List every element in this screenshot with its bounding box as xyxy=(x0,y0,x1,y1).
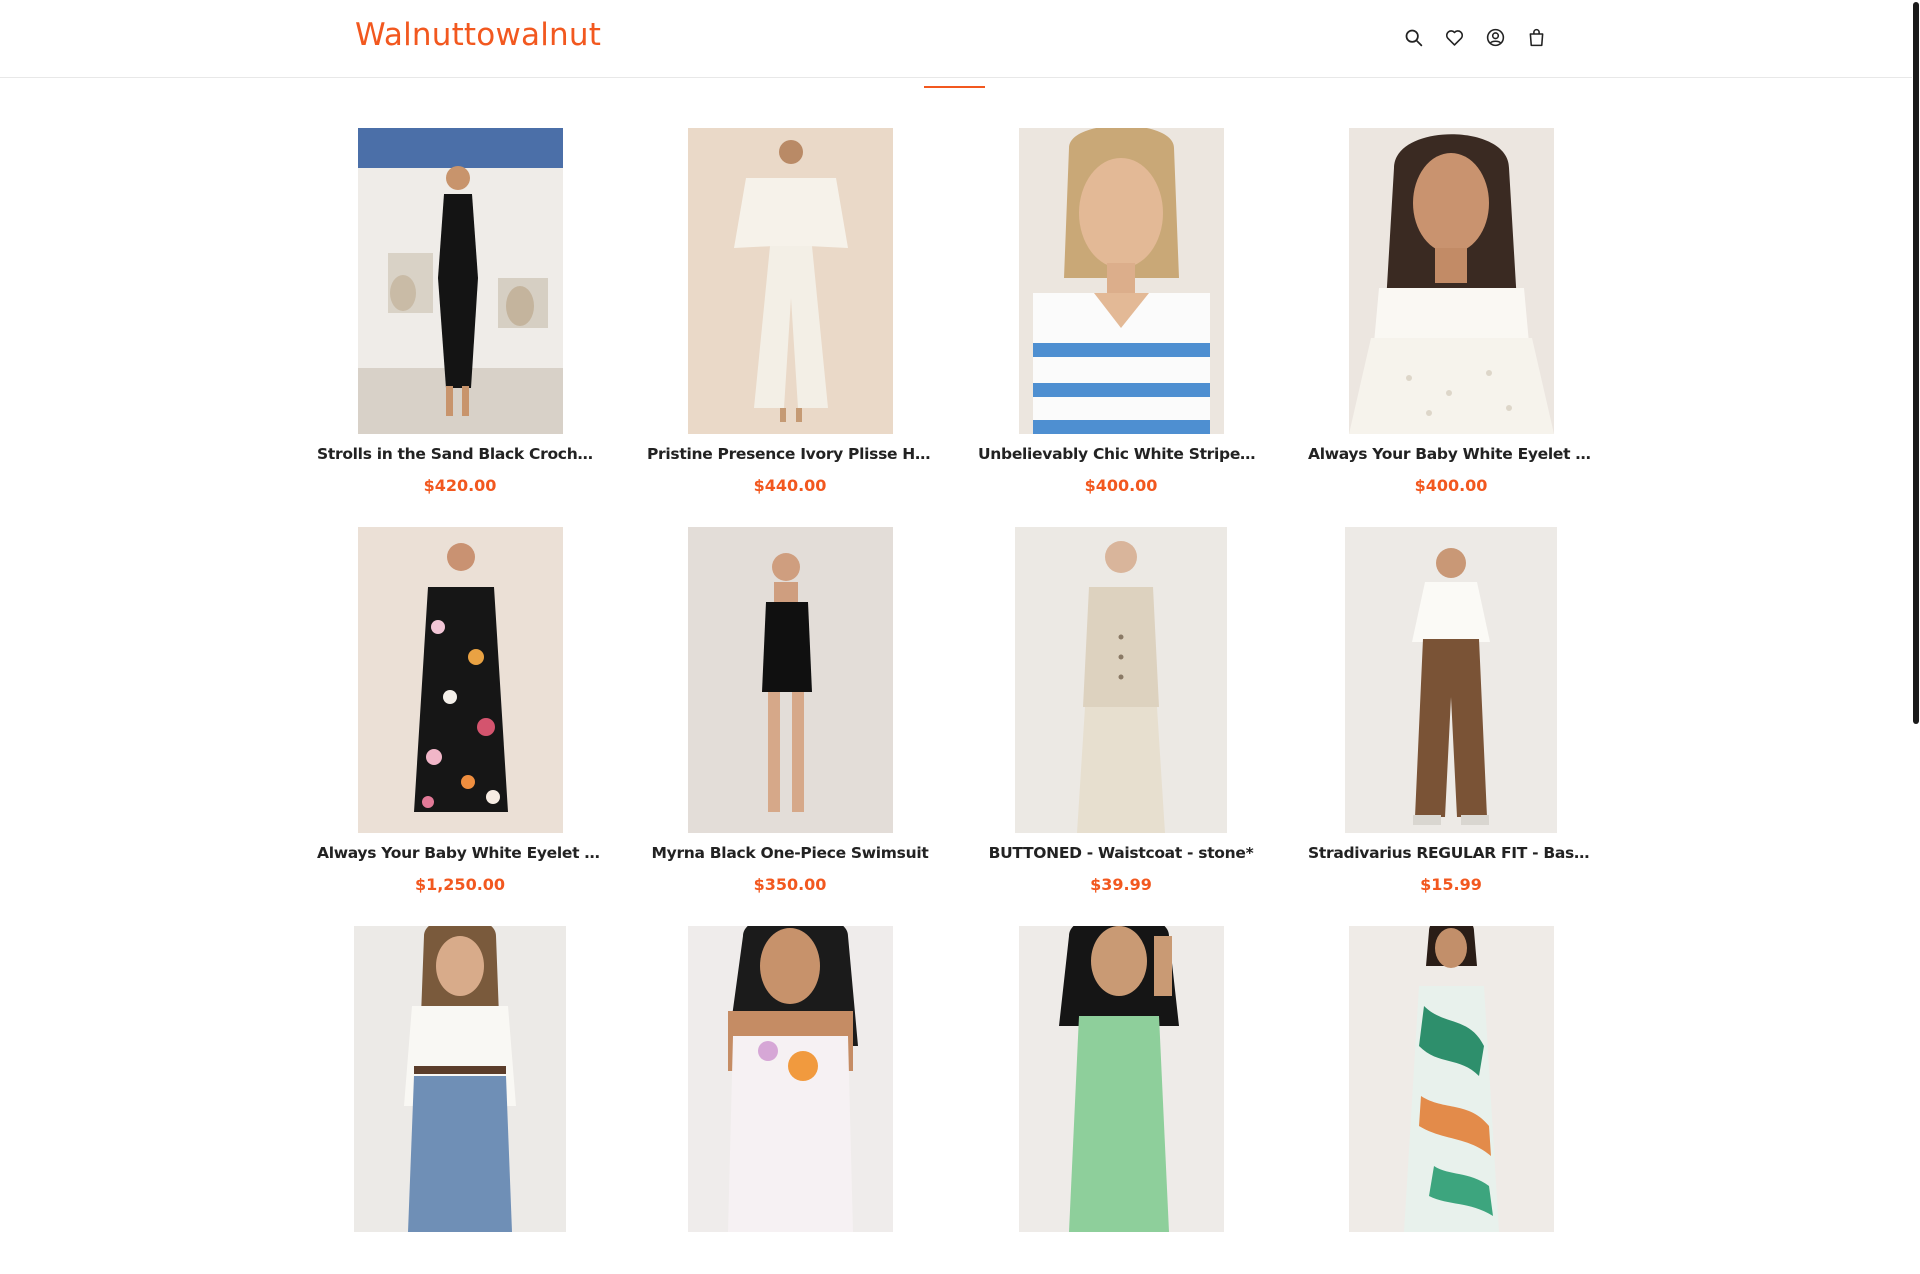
page-scrollbar[interactable] xyxy=(1912,0,1920,1080)
product-price: $420.00 xyxy=(423,476,497,495)
product-image[interactable] xyxy=(687,527,893,833)
product-card[interactable]: Strolls in the Sand Black Crochet Midi D… xyxy=(311,128,609,495)
product-title[interactable] xyxy=(641,1243,939,1265)
product-title[interactable]: Unbelievably Chic White Striped Collared… xyxy=(972,445,1270,467)
product-card[interactable]: Myrna Black One-Piece Swimsuit $350.00 xyxy=(641,527,939,894)
product-title[interactable]: BUTTONED - Waistcoat - stone* xyxy=(972,844,1270,866)
product-title[interactable] xyxy=(972,1243,1270,1265)
product-card[interactable]: Pristine Presence Ivory Plisse High-Wais… xyxy=(641,128,939,495)
product-image[interactable] xyxy=(1018,926,1224,1232)
product-image[interactable] xyxy=(357,128,563,434)
product-grid: Strolls in the Sand Black Crochet Midi D… xyxy=(0,0,1912,1232)
product-image[interactable] xyxy=(357,527,563,833)
product-card[interactable]: BUTTONED - Waistcoat - stone* $39.99 xyxy=(972,527,1270,894)
product-price: $350.00 xyxy=(753,875,827,894)
product-title[interactable]: Always Your Baby White Eyelet Babydoll D… xyxy=(311,844,609,866)
product-card[interactable]: Always Your Baby White Eyelet Babydoll T… xyxy=(1302,128,1600,495)
product-image[interactable] xyxy=(1345,527,1557,833)
product-title[interactable]: Stradivarius REGULAR FIT - Basic T-shirt xyxy=(1302,844,1600,866)
product-price: $400.00 xyxy=(1414,476,1488,495)
product-image[interactable] xyxy=(354,926,566,1232)
product-title[interactable]: Always Your Baby White Eyelet Babydoll T… xyxy=(1302,445,1600,467)
product-title[interactable]: Strolls in the Sand Black Crochet Midi D… xyxy=(311,445,609,467)
product-card[interactable] xyxy=(641,926,939,1274)
product-image[interactable] xyxy=(687,128,893,434)
product-card[interactable]: Unbelievably Chic White Striped Collared… xyxy=(972,128,1270,495)
product-title[interactable]: Myrna Black One-Piece Swimsuit xyxy=(641,844,939,866)
product-card[interactable] xyxy=(972,926,1270,1274)
product-image[interactable] xyxy=(1348,926,1554,1232)
product-price: $15.99 xyxy=(1420,875,1482,894)
product-price: $440.00 xyxy=(753,476,827,495)
product-title[interactable]: Pristine Presence Ivory Plisse High-Wais… xyxy=(641,445,939,467)
product-price: $39.99 xyxy=(1090,875,1152,894)
scrollbar-thumb[interactable] xyxy=(1913,2,1919,724)
product-price: $400.00 xyxy=(1084,476,1158,495)
product-price: $1,250.00 xyxy=(414,875,506,894)
product-card[interactable]: Always Your Baby White Eyelet Babydoll D… xyxy=(311,527,609,894)
product-card[interactable]: Stradivarius REGULAR FIT - Basic T-shirt… xyxy=(1302,527,1600,894)
product-card[interactable] xyxy=(1302,926,1600,1274)
product-title[interactable] xyxy=(1302,1243,1600,1265)
product-image[interactable] xyxy=(1348,128,1554,434)
product-image[interactable] xyxy=(1015,527,1227,833)
product-image[interactable] xyxy=(687,926,893,1232)
product-card[interactable] xyxy=(311,926,609,1274)
product-image[interactable] xyxy=(1018,128,1224,434)
product-title[interactable] xyxy=(311,1243,609,1265)
